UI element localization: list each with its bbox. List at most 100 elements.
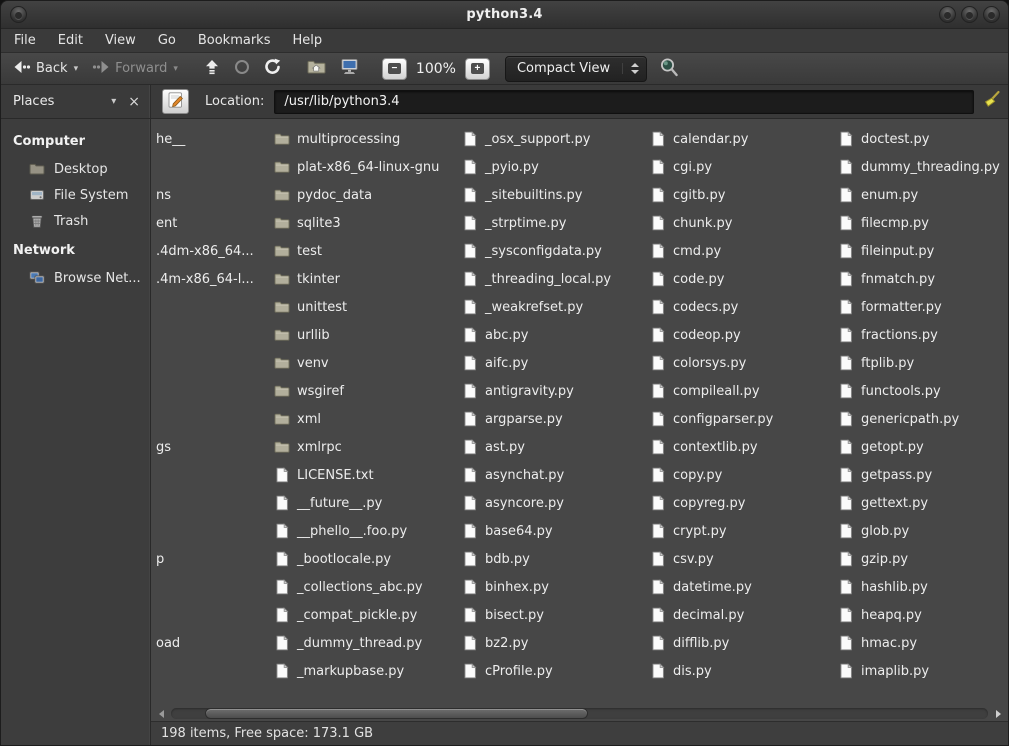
file-item[interactable]: _dummy_thread.py: [274, 629, 462, 657]
folder-item[interactable]: xmlrpc: [274, 433, 462, 461]
clipped-file-item[interactable]: oad: [156, 629, 274, 657]
view-mode-select[interactable]: Compact View: [505, 56, 647, 82]
file-item[interactable]: configparser.py: [650, 405, 838, 433]
file-item[interactable]: csv.py: [650, 545, 838, 573]
file-item[interactable]: LICENSE.txt: [274, 461, 462, 489]
zoom-in-button[interactable]: +: [465, 58, 490, 80]
scrollbar-track[interactable]: [171, 708, 988, 719]
file-item[interactable]: __phello__.foo.py: [274, 517, 462, 545]
file-item[interactable]: formatter.py: [838, 293, 1008, 321]
file-item[interactable]: base64.py: [462, 517, 650, 545]
zoom-out-button[interactable]: −: [382, 58, 407, 80]
file-item[interactable]: decimal.py: [650, 601, 838, 629]
scroll-left-icon[interactable]: [156, 709, 166, 719]
maximize-button[interactable]: [961, 6, 978, 23]
file-item[interactable]: enum.py: [838, 181, 1008, 209]
folder-item[interactable]: pydoc_data: [274, 181, 462, 209]
file-item[interactable]: asyncore.py: [462, 489, 650, 517]
reload-button[interactable]: [258, 54, 287, 83]
file-item[interactable]: gettext.py: [838, 489, 1008, 517]
file-item[interactable]: crypt.py: [650, 517, 838, 545]
file-item[interactable]: codecs.py: [650, 293, 838, 321]
folder-item[interactable]: test: [274, 237, 462, 265]
file-item[interactable]: datetime.py: [650, 573, 838, 601]
folder-item[interactable]: wsgiref: [274, 377, 462, 405]
sidebar-item-browse-network[interactable]: Browse Net...: [1, 265, 150, 291]
file-item[interactable]: aifc.py: [462, 349, 650, 377]
file-item[interactable]: asynchat.py: [462, 461, 650, 489]
file-item[interactable]: cProfile.py: [462, 657, 650, 685]
file-item[interactable]: _threading_local.py: [462, 265, 650, 293]
file-item[interactable]: bdb.py: [462, 545, 650, 573]
edit-location-button[interactable]: [162, 89, 189, 114]
file-item[interactable]: _bootlocale.py: [274, 545, 462, 573]
horizontal-scrollbar[interactable]: [151, 706, 1008, 721]
file-item[interactable]: dis.py: [650, 657, 838, 685]
file-item[interactable]: functools.py: [838, 377, 1008, 405]
file-item[interactable]: code.py: [650, 265, 838, 293]
back-history-dropdown-icon[interactable]: ▾: [74, 64, 79, 74]
clipped-file-item[interactable]: ent: [156, 209, 274, 237]
file-item[interactable]: hashlib.py: [838, 573, 1008, 601]
file-item[interactable]: abc.py: [462, 321, 650, 349]
file-item[interactable]: _osx_support.py: [462, 125, 650, 153]
menu-go[interactable]: Go: [147, 31, 187, 50]
clipped-file-item[interactable]: .4dm-x86_64...: [156, 237, 274, 265]
file-item[interactable]: argparse.py: [462, 405, 650, 433]
forward-history-dropdown-icon[interactable]: ▾: [173, 64, 178, 74]
clipped-file-item[interactable]: he__: [156, 125, 274, 153]
folder-item[interactable]: urllib: [274, 321, 462, 349]
forward-button[interactable]: Forward ▾: [86, 56, 184, 82]
file-item[interactable]: _sitebuiltins.py: [462, 181, 650, 209]
desktop-button[interactable]: [334, 54, 365, 83]
close-button[interactable]: [983, 6, 1000, 23]
file-item[interactable]: dummy_threading.py: [838, 153, 1008, 181]
sidebar-item-filesystem[interactable]: File System: [1, 182, 150, 208]
folder-item[interactable]: tkinter: [274, 265, 462, 293]
file-item[interactable]: contextlib.py: [650, 433, 838, 461]
file-item[interactable]: _weakrefset.py: [462, 293, 650, 321]
stop-button[interactable]: [228, 55, 256, 83]
file-item[interactable]: genericpath.py: [838, 405, 1008, 433]
file-item[interactable]: fileinput.py: [838, 237, 1008, 265]
file-item[interactable]: cmd.py: [650, 237, 838, 265]
file-item[interactable]: fnmatch.py: [838, 265, 1008, 293]
file-item[interactable]: ast.py: [462, 433, 650, 461]
clipped-file-item[interactable]: gs: [156, 433, 274, 461]
folder-item[interactable]: xml: [274, 405, 462, 433]
scrollbar-thumb[interactable]: [205, 708, 588, 719]
file-item[interactable]: bz2.py: [462, 629, 650, 657]
file-item[interactable]: imaplib.py: [838, 657, 1008, 685]
back-button[interactable]: Back ▾: [7, 56, 84, 82]
file-item[interactable]: antigravity.py: [462, 377, 650, 405]
file-item[interactable]: copyreg.py: [650, 489, 838, 517]
file-item[interactable]: _markupbase.py: [274, 657, 462, 685]
places-dropdown-icon[interactable]: ▾: [111, 96, 116, 107]
file-item[interactable]: chunk.py: [650, 209, 838, 237]
file-item[interactable]: getpass.py: [838, 461, 1008, 489]
file-item[interactable]: gzip.py: [838, 545, 1008, 573]
file-item[interactable]: filecmp.py: [838, 209, 1008, 237]
file-item[interactable]: copy.py: [650, 461, 838, 489]
file-item[interactable]: _sysconfigdata.py: [462, 237, 650, 265]
file-item[interactable]: difflib.py: [650, 629, 838, 657]
folder-item[interactable]: plat-x86_64-linux-gnu: [274, 153, 462, 181]
file-item[interactable]: _collections_abc.py: [274, 573, 462, 601]
menu-file[interactable]: File: [3, 31, 47, 50]
home-button[interactable]: [301, 55, 332, 83]
file-item[interactable]: colorsys.py: [650, 349, 838, 377]
scroll-right-icon[interactable]: [993, 709, 1003, 719]
file-item[interactable]: heapq.py: [838, 601, 1008, 629]
window-menu-icon[interactable]: [10, 6, 27, 23]
file-item[interactable]: __future__.py: [274, 489, 462, 517]
search-button[interactable]: [659, 57, 680, 81]
sidebar-item-desktop[interactable]: Desktop: [1, 156, 150, 182]
file-item[interactable]: doctest.py: [838, 125, 1008, 153]
menu-edit[interactable]: Edit: [47, 31, 94, 50]
file-item[interactable]: _strptime.py: [462, 209, 650, 237]
file-item[interactable]: binhex.py: [462, 573, 650, 601]
file-item[interactable]: codeop.py: [650, 321, 838, 349]
file-item[interactable]: glob.py: [838, 517, 1008, 545]
location-input[interactable]: [274, 90, 974, 114]
clipped-file-item[interactable]: ns: [156, 181, 274, 209]
